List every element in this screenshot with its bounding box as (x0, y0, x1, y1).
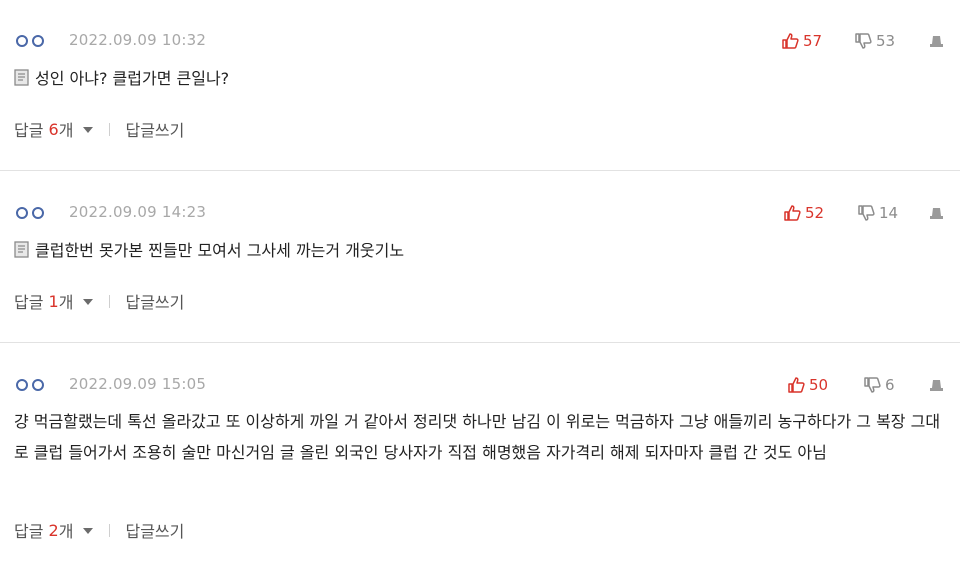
like-button[interactable]: 50 (788, 374, 828, 396)
comment-item: 2022.09.09 15:05 50 6 걍 먹금할랬는데 톡선 올라갔고 또… (0, 343, 960, 566)
thumbs-up-icon (788, 377, 805, 393)
chevron-down-icon (83, 528, 94, 534)
reply-label: 답글 (14, 121, 44, 140)
dislike-button[interactable]: 14 (858, 202, 898, 224)
write-reply-button[interactable]: 답글쓰기 (125, 289, 184, 313)
write-reply-button[interactable]: 답글쓰기 (125, 518, 184, 542)
divider (109, 294, 111, 308)
reply-toggle[interactable]: 답글 6개 (14, 117, 94, 141)
report-icon (930, 36, 943, 47)
comment-text: 걍 먹금할랬는데 톡선 올라갔고 또 이상하게 까일 거 같아서 정리댓 하나만… (14, 412, 941, 462)
vote-area: 57 53 (0, 30, 960, 52)
document-icon (14, 69, 29, 86)
thumbs-down-icon (855, 33, 872, 49)
like-count: 57 (803, 32, 823, 50)
report-icon (930, 380, 943, 391)
vote-area: 52 14 (0, 202, 960, 224)
comment-header: 2022.09.09 14:23 52 14 (0, 202, 960, 224)
report-button[interactable] (929, 30, 944, 52)
divider (109, 122, 111, 136)
report-icon (930, 208, 943, 219)
reply-count: 1 (48, 291, 59, 311)
reply-unit: 개 (58, 293, 74, 312)
write-reply-button[interactable]: 답글쓰기 (125, 117, 184, 141)
divider (109, 523, 111, 537)
reply-unit: 개 (58, 522, 74, 541)
comment-body: 성인 아냐? 클럽가면 큰일나? (14, 63, 946, 94)
document-icon (14, 241, 29, 258)
comment-header: 2022.09.09 10:32 57 53 (0, 30, 960, 52)
comment-text: 클럽한번 못가본 찐들만 모여서 그사세 까는거 개웃기노 (35, 241, 405, 260)
reply-unit: 개 (58, 121, 74, 140)
thumbs-up-icon (782, 33, 799, 49)
thumbs-down-icon (858, 205, 875, 221)
comment-item: 2022.09.09 10:32 57 53 성인 아냐? 클럽가면 큰일나? (0, 0, 960, 171)
reply-count: 2 (48, 520, 59, 540)
thumbs-up-icon (784, 205, 801, 221)
reply-label: 답글 (14, 522, 44, 541)
dislike-button[interactable]: 6 (864, 374, 895, 396)
comment-list: 2022.09.09 10:32 57 53 성인 아냐? 클럽가면 큰일나? (0, 0, 960, 566)
chevron-down-icon (83, 127, 94, 133)
like-button[interactable]: 57 (782, 30, 822, 52)
comment-text: 성인 아냐? 클럽가면 큰일나? (35, 69, 230, 88)
comment-item: 2022.09.09 14:23 52 14 클럽한번 못가본 찐들만 모여서 … (0, 171, 960, 343)
reply-toggle[interactable]: 답글 1개 (14, 289, 94, 313)
reply-count: 6 (48, 119, 59, 139)
dislike-count: 14 (879, 204, 899, 222)
thumbs-down-icon (864, 377, 881, 393)
dislike-button[interactable]: 53 (855, 30, 895, 52)
comment-footer: 답글 2개 답글쓰기 (14, 518, 184, 542)
like-button[interactable]: 52 (784, 202, 824, 224)
comment-body: 클럽한번 못가본 찐들만 모여서 그사세 까는거 개웃기노 (14, 235, 946, 266)
comment-footer: 답글 6개 답글쓰기 (14, 117, 184, 141)
report-button[interactable] (929, 202, 944, 224)
like-count: 52 (805, 204, 825, 222)
chevron-down-icon (83, 299, 94, 305)
dislike-count: 53 (876, 32, 896, 50)
report-button[interactable] (929, 374, 944, 396)
like-count: 50 (809, 376, 829, 394)
dislike-count: 6 (885, 376, 895, 394)
comment-body: 걍 먹금할랬는데 톡선 올라갔고 또 이상하게 까일 거 같아서 정리댓 하나만… (14, 406, 946, 468)
comment-footer: 답글 1개 답글쓰기 (14, 289, 184, 313)
comment-header: 2022.09.09 15:05 50 6 (0, 374, 960, 396)
reply-toggle[interactable]: 답글 2개 (14, 518, 94, 542)
vote-area: 50 6 (0, 374, 960, 396)
reply-label: 답글 (14, 293, 44, 312)
